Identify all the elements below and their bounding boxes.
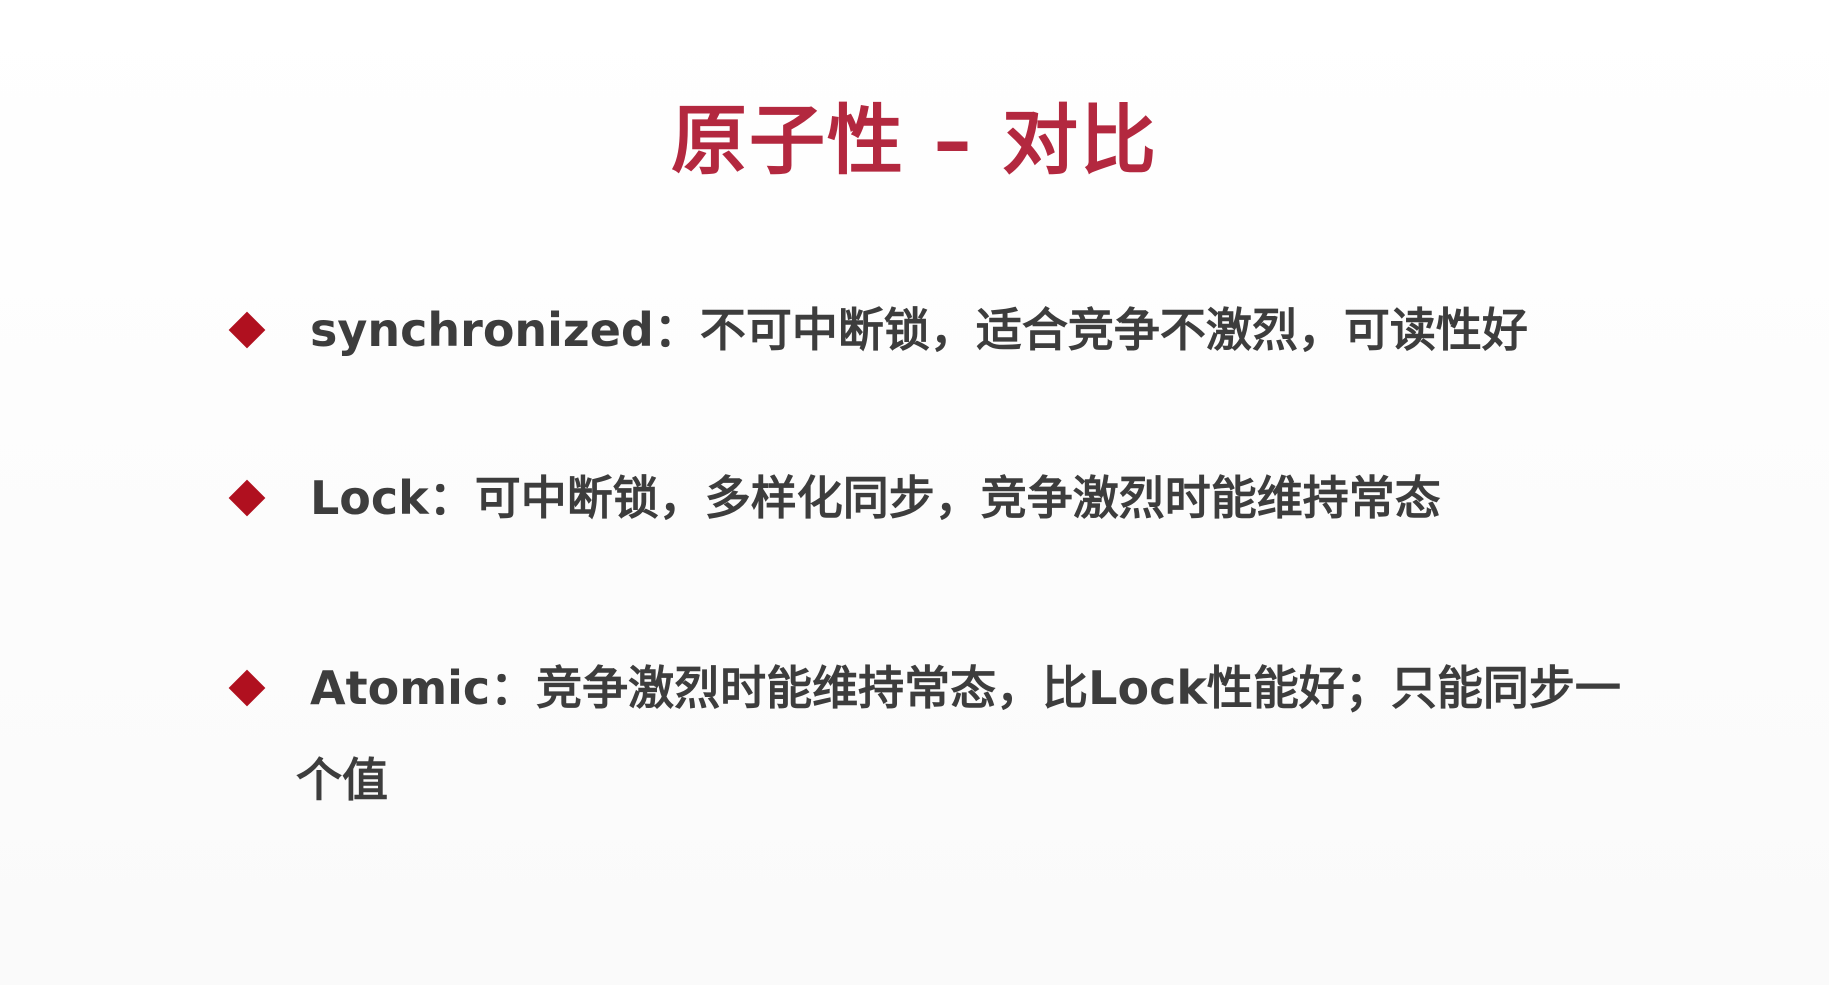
diamond-icon bbox=[228, 669, 266, 707]
slide-title: 原子性 – 对比 bbox=[671, 96, 1158, 185]
diamond-icon bbox=[228, 479, 266, 517]
bullet-text-continuation: 个值 bbox=[296, 753, 388, 807]
slide: 原子性 – 对比 synchronized：不可中断锁，适合竞争不激烈，可读性好… bbox=[0, 0, 1829, 985]
diamond-icon bbox=[228, 311, 266, 349]
bullet-text: Lock：可中断锁，多样化同步，竞争激烈时能维持常态 bbox=[310, 471, 1441, 525]
bullet-text: synchronized：不可中断锁，适合竞争不激烈，可读性好 bbox=[310, 303, 1528, 357]
bullet-text: Atomic：竞争激烈时能维持常态，比Lock性能好；只能同步一 bbox=[310, 661, 1621, 715]
